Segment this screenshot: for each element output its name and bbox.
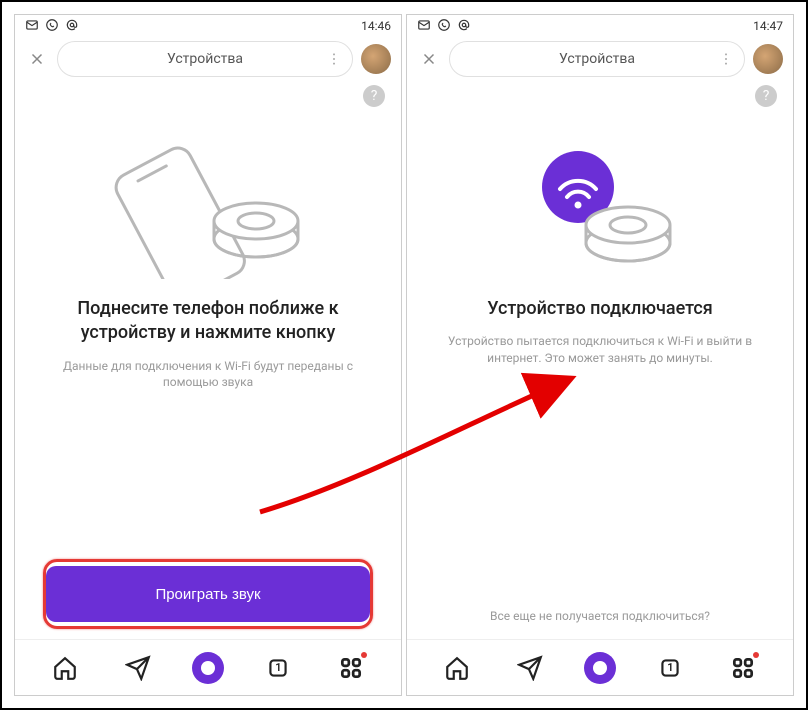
tabs-count: 1 [275, 661, 281, 674]
nav-tabs[interactable]: 1 [652, 650, 688, 686]
illustration-phone-speaker [43, 119, 373, 289]
nav-tabs[interactable]: 1 [260, 650, 296, 686]
highlight-annotation: Проиграть звук [43, 559, 373, 629]
phone-right: 14:47 Устройства ? [406, 14, 794, 696]
illustration-wifi-speaker [435, 119, 765, 289]
nav-home[interactable] [439, 650, 475, 686]
help-button[interactable]: ? [755, 85, 777, 107]
app-header: Устройства [15, 37, 401, 81]
help-button[interactable]: ? [363, 85, 385, 107]
page-title: Устройства [167, 51, 243, 67]
avatar[interactable] [753, 44, 783, 74]
avatar[interactable] [361, 44, 391, 74]
title-pill[interactable]: Устройства [449, 41, 745, 77]
nav-home[interactable] [47, 650, 83, 686]
subtitle: Устройство пытается подключиться к Wi-Fi… [435, 333, 765, 367]
whatsapp-icon [45, 18, 59, 35]
subtitle: Данные для подключения к Wi-Fi будут пер… [43, 358, 373, 392]
nav-send[interactable] [512, 650, 548, 686]
more-button[interactable] [326, 51, 342, 67]
status-icons [25, 18, 79, 35]
mail-icon [417, 18, 431, 35]
nav-send[interactable] [120, 650, 156, 686]
bottom-nav: 1 [407, 639, 793, 695]
status-time: 14:47 [753, 19, 783, 33]
more-button[interactable] [718, 51, 734, 67]
notification-dot [753, 652, 759, 658]
notification-dot [361, 652, 367, 658]
nav-alice[interactable] [192, 652, 224, 684]
app-header: Устройства [407, 37, 793, 81]
content-area: ? Устройство подключается Устройство пыт… [407, 81, 793, 639]
close-button[interactable] [25, 47, 49, 71]
play-sound-button[interactable]: Проиграть звук [46, 566, 370, 622]
status-bar: 14:46 [15, 15, 401, 37]
status-icons [417, 18, 471, 35]
nav-grid[interactable] [333, 650, 369, 686]
status-time: 14:46 [361, 19, 391, 33]
at-icon [457, 18, 471, 35]
main-title: Поднесите телефон поближе к устройству и… [43, 297, 373, 346]
status-bar: 14:47 [407, 15, 793, 37]
bottom-nav: 1 [15, 639, 401, 695]
main-title: Устройство подключается [487, 297, 713, 321]
phone-left: 14:46 Устройства ? [14, 14, 402, 696]
tabs-count: 1 [667, 661, 673, 674]
close-button[interactable] [417, 47, 441, 71]
mail-icon [25, 18, 39, 35]
trouble-link[interactable]: Все еще не получается подключиться? [490, 609, 710, 623]
nav-alice[interactable] [584, 652, 616, 684]
whatsapp-icon [437, 18, 451, 35]
title-pill[interactable]: Устройства [57, 41, 353, 77]
page-title: Устройства [559, 51, 635, 67]
content-area: ? Поднесите телефон поближе к устройству… [15, 81, 401, 639]
nav-grid[interactable] [725, 650, 761, 686]
at-icon [65, 18, 79, 35]
